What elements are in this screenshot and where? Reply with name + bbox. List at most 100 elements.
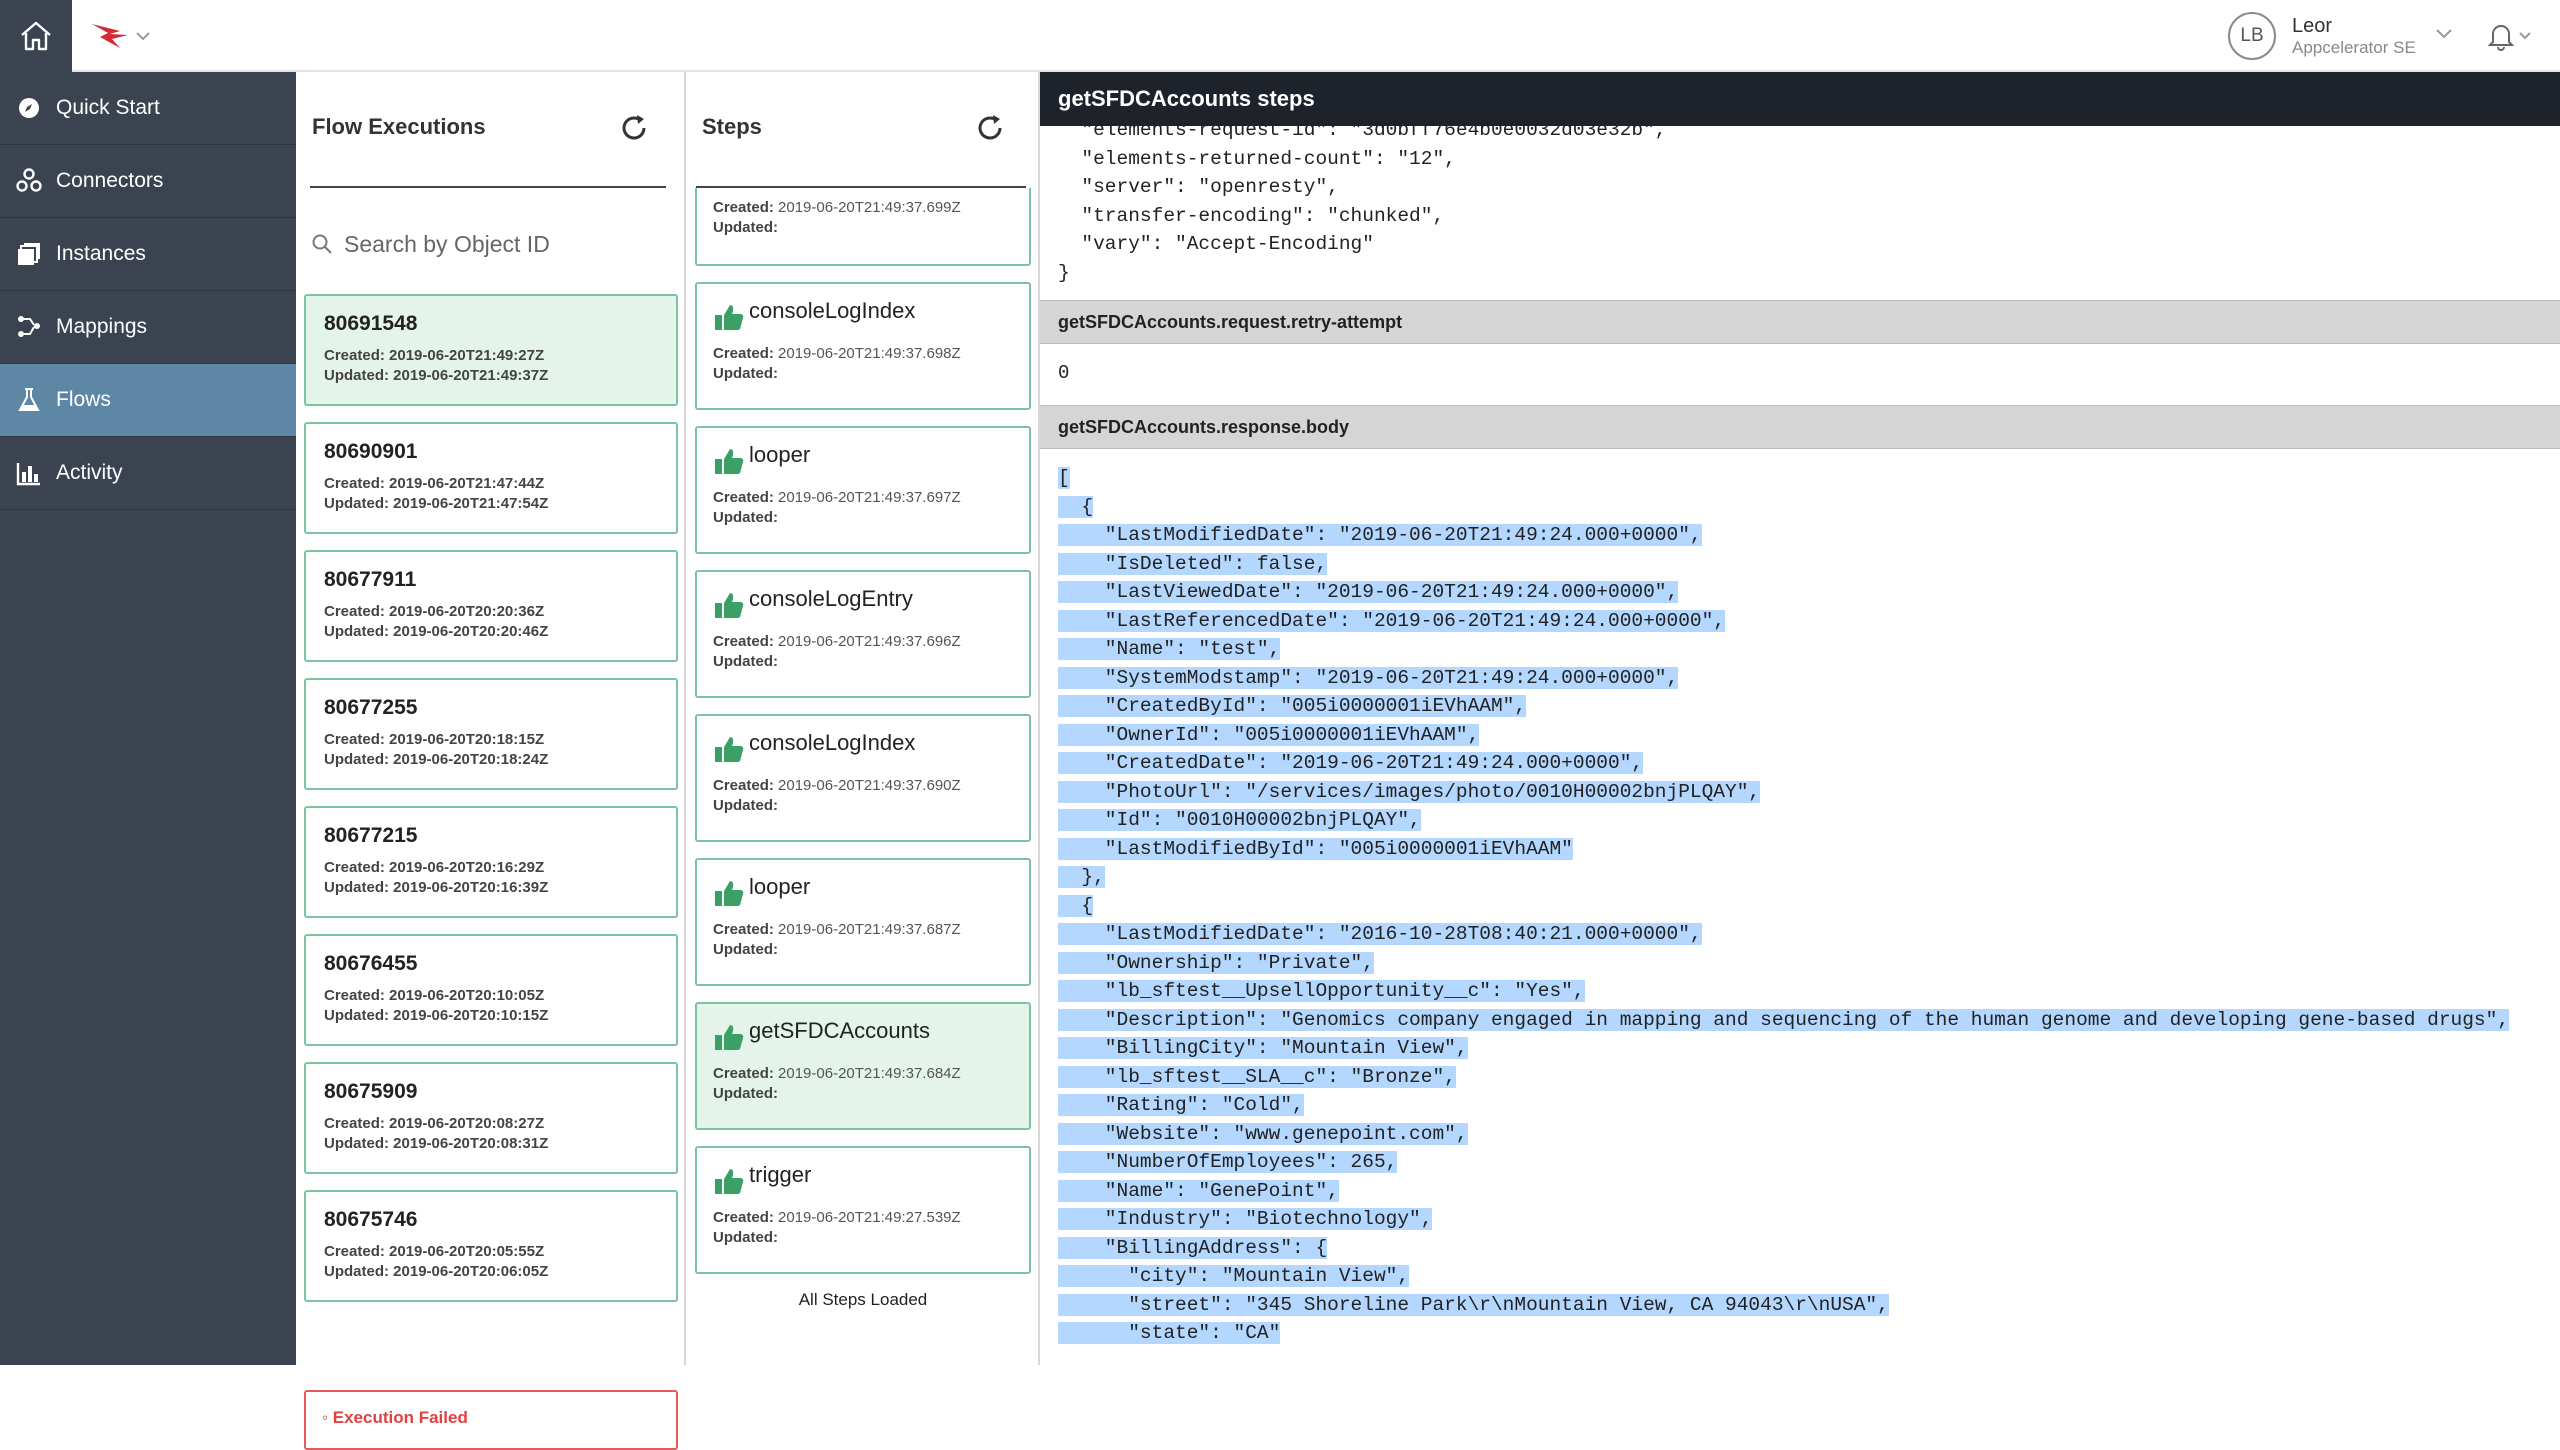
- execution-item[interactable]: 80675746 Created: 2019-06-20T20:05:55Z U…: [304, 1190, 678, 1302]
- thumbs-up-icon: [713, 442, 747, 476]
- created-label: Created:: [713, 921, 774, 938]
- sidebar-item-label: Instances: [56, 242, 146, 265]
- execution-updated: Updated: 2019-06-20T20:08:31Z: [324, 1134, 549, 1152]
- brand-logo: [92, 24, 128, 48]
- step-name: consoleLogIndex: [749, 730, 916, 755]
- execution-item[interactable]: 80677911 Created: 2019-06-20T20:20:36Z U…: [304, 550, 678, 662]
- sidebar-item-flows[interactable]: Flows: [0, 364, 296, 437]
- step-item[interactable]: Created: 2019-06-20T21:49:37.699Z Update…: [695, 188, 1031, 266]
- selected-text: "Name": "test",: [1058, 638, 1281, 660]
- execution-item[interactable]: 80690901 Created: 2019-06-20T21:47:44Z U…: [304, 422, 678, 534]
- sidebar-item-label: Flows: [56, 388, 111, 411]
- thumbs-up-icon: [713, 586, 747, 620]
- code-line: "street": "345 Shoreline Park\r\nMountai…: [1058, 1291, 2509, 1320]
- step-item[interactable]: consoleLogIndex Created: 2019-06-20T21:4…: [695, 282, 1031, 410]
- flow-executions-title: Flow Executions: [312, 114, 486, 139]
- chevron-down-icon: [2519, 32, 2531, 40]
- selected-text: "LastReferencedDate": "2019-06-20T21:49:…: [1058, 609, 1726, 632]
- code-line: "Id": "0010H00002bnjPLQAY",: [1058, 806, 2509, 835]
- step-item[interactable]: looper Created: 2019-06-20T21:49:37.687Z…: [695, 858, 1031, 986]
- detail-title: getSFDCAccounts steps: [1040, 72, 2560, 126]
- code-line: "state": "CA": [1058, 1319, 2509, 1348]
- sidebar-item-instances[interactable]: Instances: [0, 218, 296, 291]
- execution-id: 80677255: [324, 696, 418, 719]
- step-item[interactable]: getSFDCAccounts Created: 2019-06-20T21:4…: [695, 1002, 1031, 1130]
- execution-item[interactable]: 80677255 Created: 2019-06-20T20:18:15Z U…: [304, 678, 678, 790]
- selected-text: "PhotoUrl": "/services/images/photo/0010…: [1058, 780, 1761, 803]
- sidebar-item-mappings[interactable]: Mappings: [0, 291, 296, 364]
- selected-text: "CreatedDate": "2019-06-20T21:49:24.000+…: [1058, 752, 1644, 774]
- search-input[interactable]: [344, 230, 654, 258]
- execution-id: 80677911: [324, 568, 417, 591]
- sidebar-item-label: Mappings: [56, 315, 148, 338]
- steps-list: Created: 2019-06-20T21:49:37.699Z Update…: [695, 188, 1031, 1290]
- step-created: 2019-06-20T21:49:37.698Z: [778, 345, 961, 362]
- sidebar-item-connectors[interactable]: Connectors: [0, 145, 296, 218]
- search-box[interactable]: [310, 224, 666, 264]
- selected-text: {: [1058, 495, 1094, 518]
- code-line: "NumberOfEmployees": 265,: [1058, 1148, 2509, 1177]
- execution-created: Created: 2019-06-20T20:08:27Z: [324, 1115, 545, 1132]
- execution-updated: Updated: 2019-06-20T20:10:15Z: [324, 1006, 549, 1024]
- brand-logo-menu[interactable]: [90, 18, 160, 54]
- instances-icon: [16, 241, 42, 267]
- step-item[interactable]: consoleLogIndex Created: 2019-06-20T21:4…: [695, 714, 1031, 842]
- updated-label: Updated:: [713, 1084, 778, 1102]
- execution-id: 80676455: [324, 952, 418, 975]
- created-label: Created:: [713, 777, 774, 794]
- refresh-executions-button[interactable]: [618, 112, 650, 149]
- execution-updated: Updated: 2019-06-20T21:47:54Z: [324, 494, 549, 512]
- execution-updated: Updated: 2019-06-20T20:18:24Z: [324, 750, 549, 768]
- selected-text: "LastModifiedDate": "2019-06-20T21:49:24…: [1058, 524, 1702, 546]
- selected-text: "Name": "GenePoint",: [1058, 1179, 1339, 1202]
- execution-id: 80690901: [324, 440, 418, 463]
- execution-updated: Updated: 2019-06-20T20:20:46Z: [324, 622, 549, 640]
- step-name: consoleLogIndex: [749, 298, 916, 323]
- thumbs-up-icon: [713, 874, 747, 908]
- selected-text: "Industry": "Biotechnology",: [1058, 1208, 1433, 1230]
- user-menu[interactable]: LB Leor Appcelerator SE: [2228, 12, 2454, 60]
- sidebar: Quick Start Connectors Instances Mapping…: [0, 72, 296, 1365]
- connectors-icon: [16, 168, 42, 194]
- code-line: "LastReferencedDate": "2019-06-20T21:49:…: [1058, 607, 2509, 636]
- avatar: LB: [2228, 12, 2276, 60]
- execution-created: Created: 2019-06-20T20:20:36Z: [324, 603, 545, 620]
- response-body-section-header[interactable]: getSFDCAccounts.response.body: [1040, 405, 2560, 449]
- execution-item[interactable]: 80677215 Created: 2019-06-20T20:16:29Z U…: [304, 806, 678, 918]
- updated-label: Updated:: [713, 218, 778, 236]
- step-item[interactable]: trigger Created: 2019-06-20T21:49:27.539…: [695, 1146, 1031, 1274]
- flask-icon: [16, 387, 42, 413]
- step-name: getSFDCAccounts: [749, 1018, 930, 1043]
- chevron-down-icon: [2436, 29, 2452, 39]
- home-button[interactable]: [0, 0, 72, 72]
- execution-item[interactable]: 80675909 Created: 2019-06-20T20:08:27Z U…: [304, 1062, 678, 1174]
- selected-text: "NumberOfEmployees": 265,: [1058, 1151, 1398, 1173]
- execution-item[interactable]: 80691548 Created: 2019-06-20T21:49:27Z U…: [304, 294, 678, 406]
- steps-title: Steps: [702, 114, 762, 139]
- sidebar-item-activity[interactable]: Activity: [0, 437, 296, 510]
- step-item[interactable]: consoleLogEntry Created: 2019-06-20T21:4…: [695, 570, 1031, 698]
- execution-failed-item[interactable]: ◦ Execution Failed: [304, 1390, 678, 1450]
- code-line: "BillingAddress": {: [1058, 1234, 2509, 1263]
- selected-text: "LastViewedDate": "2019-06-20T21:49:24.0…: [1058, 581, 1679, 603]
- step-item[interactable]: looper Created: 2019-06-20T21:49:37.697Z…: [695, 426, 1031, 554]
- code-line: "Description": "Genomics company engaged…: [1058, 1006, 2510, 1035]
- step-created: 2019-06-20T21:49:37.690Z: [778, 777, 961, 794]
- refresh-steps-button[interactable]: [974, 112, 1006, 149]
- retry-attempt-section-header[interactable]: getSFDCAccounts.request.retry-attempt: [1040, 300, 2560, 344]
- sidebar-item-quick-start[interactable]: Quick Start: [0, 72, 296, 145]
- home-icon: [21, 21, 51, 51]
- selected-text: "lb_sftest__UpsellOpportunity__c": "Yes"…: [1058, 980, 1585, 1002]
- execution-id: 80691548: [324, 312, 418, 335]
- notifications-button[interactable]: [2486, 20, 2532, 52]
- code-line: {: [1058, 493, 2509, 522]
- execution-item[interactable]: 80676455 Created: 2019-06-20T20:10:05Z U…: [304, 934, 678, 1046]
- selected-text: "Description": "Genomics company engaged…: [1058, 1008, 2510, 1031]
- selected-text: "Website": "www.genepoint.com",: [1058, 1122, 1468, 1145]
- selected-text: "Ownership": "Private",: [1058, 951, 1374, 974]
- search-icon: [310, 230, 336, 259]
- created-label: Created:: [713, 345, 774, 362]
- thumbs-up-icon: [713, 1018, 747, 1052]
- execution-id: 80675909: [324, 1080, 418, 1103]
- step-created: 2019-06-20T21:49:37.697Z: [778, 489, 961, 506]
